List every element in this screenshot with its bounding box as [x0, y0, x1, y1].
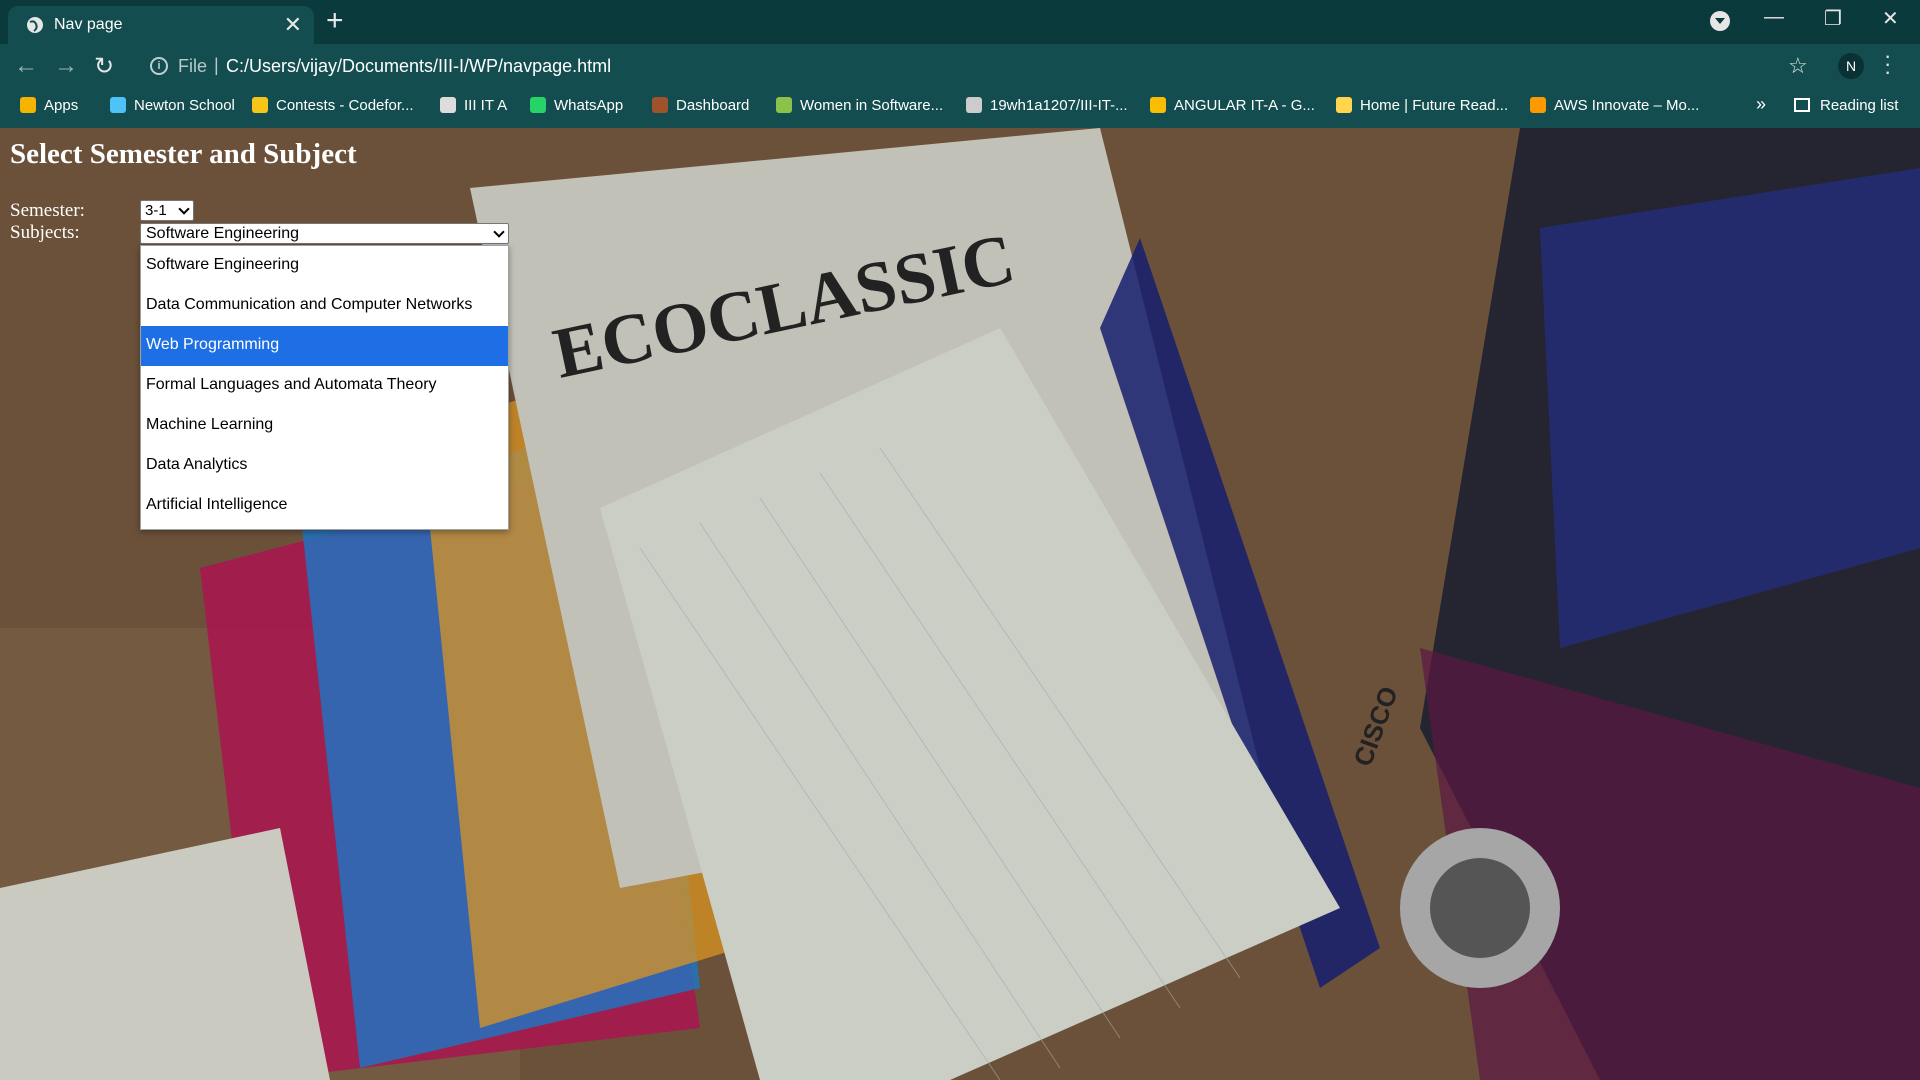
subject-option[interactable]: Machine Learning: [141, 406, 508, 446]
page-viewport: ECOCLASSIC CISCO Select Semester and Sub…: [0, 128, 1920, 1080]
dashboard-icon: [652, 97, 668, 113]
bookmark-label: WhatsApp: [554, 97, 624, 114]
newton-school-icon: [110, 97, 126, 113]
bookmark-label: Newton School: [134, 97, 235, 114]
future-ready-icon: [1336, 97, 1352, 113]
page-title: Select Semester and Subject: [10, 138, 357, 170]
bookmark-item[interactable]: Home | Future Read...: [1336, 97, 1508, 114]
classroom-icon: [440, 97, 456, 113]
google-drive-icon: [1150, 97, 1166, 113]
globe-icon: [27, 17, 43, 33]
semester-select-value: 3-1: [145, 202, 167, 219]
whatsapp-icon: [530, 97, 546, 113]
tab-strip: Nav page ✕ + — ❐ ✕: [0, 0, 1920, 44]
subject-option[interactable]: Formal Languages and Automata Theory: [141, 366, 508, 406]
subjects-select[interactable]: Software Engineering: [140, 223, 509, 244]
profile-avatar[interactable]: N: [1838, 53, 1864, 79]
bookmark-label: Women in Software...: [800, 97, 944, 114]
bookmark-item[interactable]: 19wh1a1207/III-IT-...: [966, 97, 1128, 114]
reading-list-button[interactable]: Reading list: [1794, 97, 1898, 114]
back-arrow-icon[interactable]: ←: [14, 52, 38, 80]
subjects-label: Subjects:: [10, 222, 80, 243]
bookmark-label: Apps: [44, 97, 79, 114]
bookmark-label: Dashboard: [676, 97, 750, 114]
apps-grid-icon: [20, 97, 36, 113]
restore-button[interactable]: ❐: [1824, 6, 1842, 31]
tab-close-icon[interactable]: ✕: [284, 12, 302, 38]
bookmark-item[interactable]: ANGULAR IT-A - G...: [1150, 97, 1315, 114]
subject-option[interactable]: Software Engineering: [141, 246, 508, 286]
subject-option[interactable]: Data Communication and Computer Networks: [141, 286, 508, 326]
browser-toolbar: ← → ↻ i File | C:/Users/vijay/Documents/…: [0, 44, 1920, 86]
bookmark-item[interactable]: Newton School: [110, 97, 235, 114]
reading-list-label: Reading list: [1820, 97, 1899, 114]
subject-option[interactable]: Artificial Intelligence: [141, 486, 508, 526]
bookmark-item[interactable]: III IT A: [440, 97, 507, 114]
bookmark-label: III IT A: [464, 97, 508, 114]
browser-tab[interactable]: Nav page ✕: [8, 6, 314, 44]
subjects-select-value: Software Engineering: [146, 225, 299, 242]
aws-icon: [1530, 97, 1546, 113]
new-tab-button[interactable]: +: [326, 4, 344, 38]
address-separator: |: [214, 55, 219, 75]
bookmark-item[interactable]: Contests - Codefor...: [252, 97, 414, 114]
bookmark-label: AWS Innovate – Mo...: [1554, 97, 1700, 114]
info-icon[interactable]: i: [150, 57, 168, 75]
bookmark-item[interactable]: AWS Innovate – Mo...: [1530, 97, 1699, 114]
chevron-down-icon: [178, 203, 190, 215]
subject-option-highlighted[interactable]: Web Programming: [141, 326, 508, 366]
bookmark-star-icon[interactable]: ☆: [1788, 53, 1808, 79]
codeforces-icon: [252, 97, 268, 113]
bookmark-item[interactable]: Apps: [20, 97, 78, 114]
address-bar[interactable]: i File | C:/Users/vijay/Documents/III-I/…: [136, 49, 1816, 83]
forward-arrow-icon[interactable]: →: [54, 52, 78, 80]
minimize-button[interactable]: —: [1764, 6, 1784, 29]
github-icon: [966, 97, 982, 113]
close-window-button[interactable]: ✕: [1882, 6, 1899, 31]
reload-icon[interactable]: ↻: [94, 52, 114, 81]
bookmark-item[interactable]: Women in Software...: [776, 97, 943, 114]
bookmark-label: Contests - Codefor...: [276, 97, 414, 114]
semester-select[interactable]: 3-1: [140, 200, 194, 221]
tab-search-icon[interactable]: [1710, 11, 1730, 31]
kebab-menu-icon[interactable]: · · ·: [1884, 45, 1891, 83]
reading-list-icon: [1794, 98, 1810, 112]
bookmark-item[interactable]: WhatsApp: [530, 97, 623, 114]
subject-option[interactable]: Data Analytics: [141, 446, 508, 486]
bookmark-label: Home | Future Read...: [1360, 97, 1509, 114]
bookmark-item[interactable]: Dashboard: [652, 97, 749, 114]
semester-label: Semester:: [10, 200, 85, 221]
tab-title: Nav page: [54, 16, 123, 33]
bookmarks-bar: » Reading list Apps Newton School Contests…: [0, 86, 1920, 128]
bookmarks-overflow-button[interactable]: »: [1756, 94, 1766, 115]
bookmark-label: ANGULAR IT-A - G...: [1174, 97, 1315, 114]
women-in-software-icon: [776, 97, 792, 113]
bookmark-label: 19wh1a1207/III-IT-...: [990, 97, 1128, 114]
chevron-down-icon: [493, 226, 505, 238]
url-text[interactable]: C:/Users/vijay/Documents/III-I/WP/navpag…: [226, 56, 611, 77]
subjects-dropdown-list: Software Engineering Data Communication …: [140, 245, 509, 530]
scheme-label: File: [178, 56, 208, 76]
